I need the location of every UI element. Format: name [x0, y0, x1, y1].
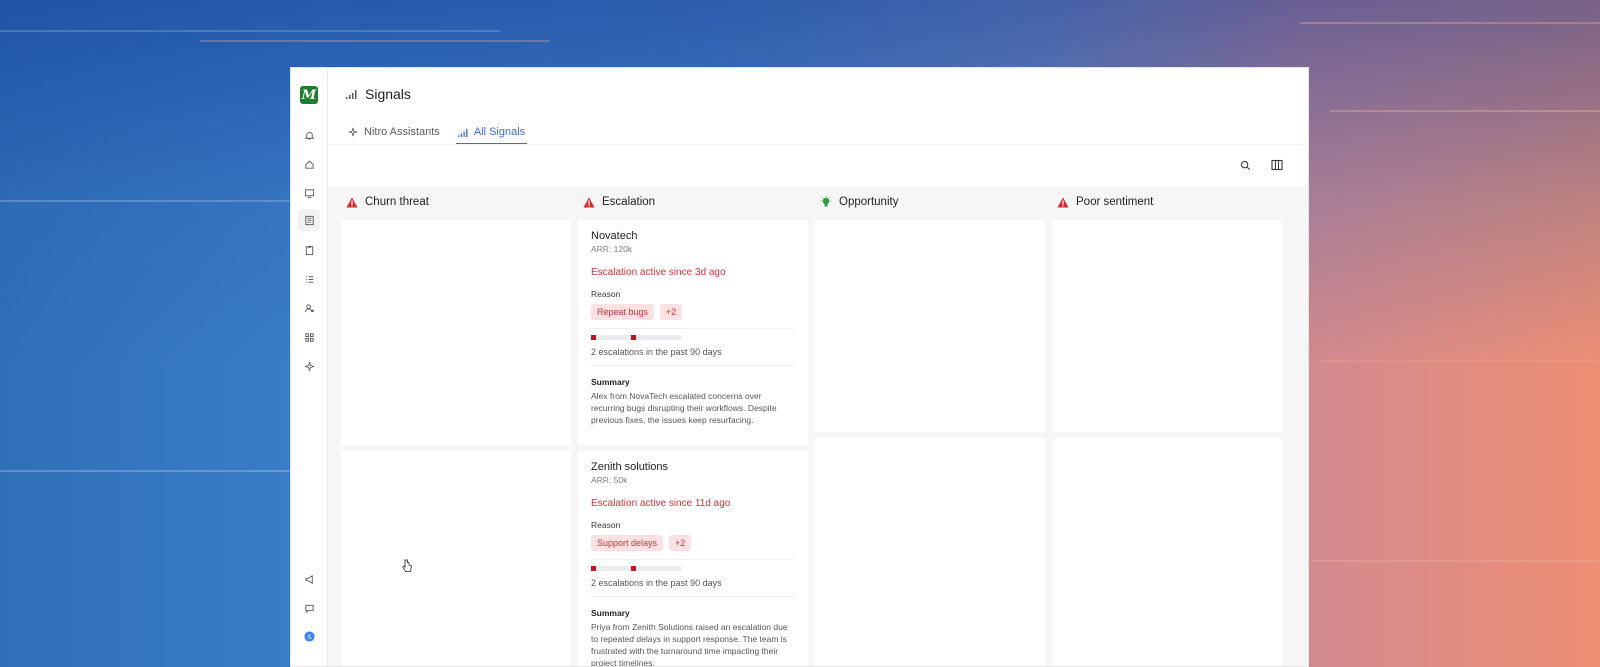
- list-icon[interactable]: [301, 271, 317, 287]
- divider: [591, 328, 795, 329]
- page-header: Signals: [346, 86, 411, 102]
- arr-value: ARR: 50k: [591, 475, 628, 485]
- main-content: Signals Nitro Assistants All Signals Chu…: [328, 68, 1308, 666]
- column-title: Poor sentiment: [1076, 196, 1154, 208]
- home-icon[interactable]: [301, 156, 317, 172]
- background-streak: [0, 30, 500, 32]
- book-icon[interactable]: [298, 209, 320, 231]
- tab-bar: Nitro Assistants All Signals: [346, 121, 528, 145]
- svg-text:S: S: [307, 632, 311, 640]
- column-header: Opportunity: [820, 196, 898, 208]
- reason-chip[interactable]: Repeat bugs: [591, 304, 655, 320]
- logo-text: M: [301, 87, 317, 103]
- tab-label: All Signals: [473, 126, 526, 138]
- background-streak: [1320, 360, 1600, 362]
- column-header: Poor sentiment: [1057, 196, 1153, 208]
- search-icon[interactable]: [1236, 156, 1254, 174]
- background-streak: [1330, 110, 1600, 112]
- background-streak: [0, 200, 290, 202]
- reason-chip[interactable]: Support delays: [591, 535, 664, 551]
- sparkle-icon[interactable]: [301, 358, 317, 374]
- summary-label: Summary: [591, 608, 630, 618]
- background-streak: [0, 470, 290, 472]
- reason-chips: Repeat bugs +2: [591, 304, 795, 320]
- tab-all-signals[interactable]: All Signals: [455, 121, 528, 145]
- warning-triangle-icon: [346, 197, 358, 207]
- arr-value: ARR: 120k: [591, 244, 633, 254]
- grid-icon[interactable]: [301, 329, 317, 345]
- company-name: Zenith solutions: [591, 461, 669, 473]
- lightbulb-icon: [821, 196, 831, 207]
- company-name: Novatech: [591, 230, 638, 242]
- summary-text: Priya from Zenith Solutions raised an es…: [591, 622, 788, 667]
- escalation-status: Escalation active since 3d ago: [591, 267, 726, 278]
- signal-bars-icon: [346, 90, 357, 99]
- toolbar: [1236, 156, 1286, 174]
- clipboard-icon[interactable]: [301, 242, 317, 258]
- monitor-icon[interactable]: [301, 185, 317, 201]
- megaphone-icon[interactable]: [301, 571, 317, 587]
- empty-card-slot: [815, 438, 1045, 666]
- more-reasons-chip[interactable]: +2: [660, 304, 683, 320]
- column-opportunity: Opportunity: [802, 186, 1045, 666]
- signal-card-zenith-solutions[interactable]: Zenith solutions ARR: 50k Escalation act…: [578, 451, 808, 667]
- background-streak: [200, 40, 550, 42]
- mouse-cursor: [401, 559, 413, 578]
- empty-card-slot: [815, 220, 1045, 432]
- more-reasons-chip[interactable]: +2: [669, 535, 692, 551]
- escalation-status: Escalation active since 11d ago: [591, 498, 731, 509]
- sparkle-icon: [348, 127, 358, 137]
- reason-label: Reason: [591, 520, 621, 530]
- app-window: M S Signals Nitro Assistants All Signals…: [290, 67, 1309, 667]
- empty-card-slot: [341, 220, 571, 445]
- background-streak: [1300, 22, 1600, 24]
- divider: [591, 596, 795, 597]
- column-title: Opportunity: [839, 196, 899, 208]
- tab-nitro-assistants[interactable]: Nitro Assistants: [346, 121, 442, 143]
- warning-triangle-icon: [1057, 197, 1069, 207]
- bell-icon[interactable]: [301, 127, 317, 143]
- reason-chips: Support delays +2: [591, 535, 795, 551]
- page-title: Signals: [365, 86, 411, 102]
- escalation-count: 2 escalations in the past 90 days: [591, 578, 722, 588]
- empty-card-slot: [1052, 220, 1282, 432]
- escalation-count: 2 escalations in the past 90 days: [591, 347, 722, 357]
- column-churn-threat: Churn threat: [328, 186, 571, 666]
- timeline-slot: [676, 335, 681, 340]
- signal-bars-icon: [457, 128, 468, 137]
- timeline-slot: [676, 566, 681, 571]
- app-logo[interactable]: M: [300, 86, 318, 104]
- chat-icon[interactable]: [301, 600, 317, 616]
- profile-avatar-icon[interactable]: S: [301, 628, 317, 644]
- column-escalation: Escalation Novatech ARR: 120k Escalation…: [565, 186, 808, 666]
- empty-card-slot: [341, 451, 571, 666]
- columns-icon[interactable]: [1268, 156, 1286, 174]
- header-divider: [328, 144, 1308, 145]
- column-poor-sentiment: Poor sentiment: [1039, 186, 1282, 666]
- column-title: Escalation: [602, 196, 656, 208]
- empty-card-slot: [1052, 438, 1282, 666]
- escalation-timeline: [591, 335, 795, 340]
- signals-board: Churn threat Escalation Novatech ARR: 12…: [328, 186, 1308, 666]
- background-streak: [1310, 560, 1600, 562]
- reason-label: Reason: [591, 289, 621, 299]
- warning-triangle-icon: [583, 197, 595, 207]
- escalation-timeline: [591, 566, 795, 571]
- column-header: Churn threat: [346, 196, 429, 208]
- summary-label: Summary: [591, 377, 630, 387]
- column-title: Churn threat: [365, 196, 429, 208]
- user-settings-icon[interactable]: [301, 300, 317, 316]
- tab-label: Nitro Assistants: [364, 126, 440, 138]
- left-nav-rail: M S: [291, 68, 328, 666]
- column-header: Escalation: [583, 196, 655, 208]
- divider: [591, 365, 795, 366]
- summary-text: Alex from NovaTech escalated concerns ov…: [591, 391, 777, 425]
- signal-card-novatech[interactable]: Novatech ARR: 120k Escalation active sin…: [578, 220, 808, 445]
- divider: [591, 559, 795, 560]
